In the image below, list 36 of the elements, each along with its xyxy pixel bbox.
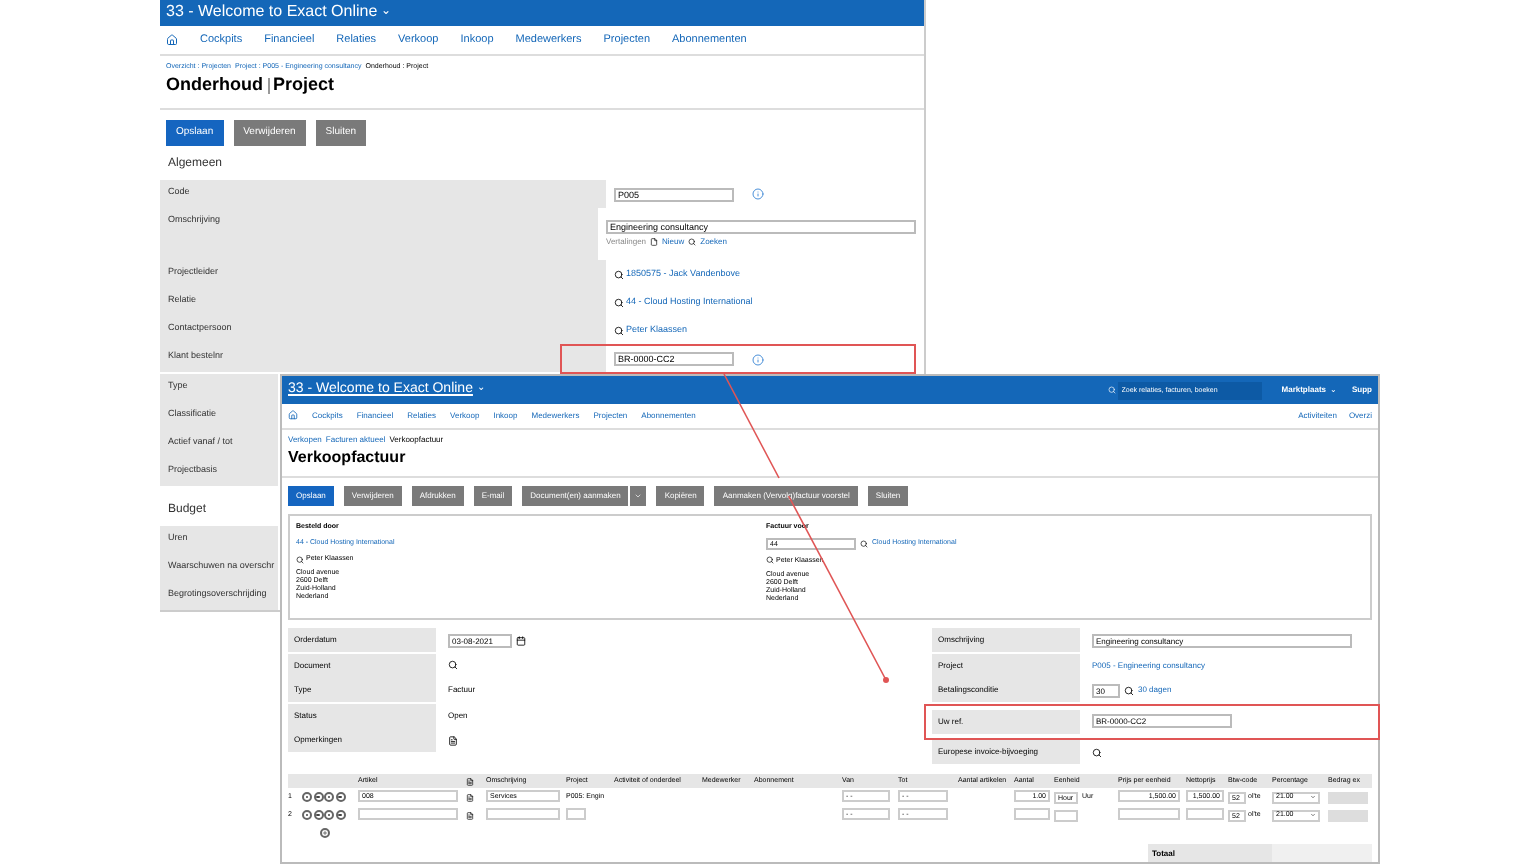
note-icon[interactable] xyxy=(466,793,474,801)
search-icon xyxy=(1107,386,1116,395)
note-icon[interactable] xyxy=(448,735,458,745)
dropdown-button[interactable] xyxy=(630,485,647,506)
search-icon[interactable] xyxy=(1124,685,1134,695)
home-icon[interactable] xyxy=(288,410,298,421)
search-icon[interactable] xyxy=(614,297,624,307)
add-row-button[interactable] xyxy=(320,827,330,837)
table-input[interactable] xyxy=(486,808,560,821)
page-title: Verkoopfactuur xyxy=(282,445,1378,478)
amount-field xyxy=(1328,809,1368,821)
page-title: Project xyxy=(273,72,335,98)
note-icon xyxy=(466,777,474,785)
table-input[interactable] xyxy=(358,808,458,821)
search-icon[interactable] xyxy=(860,539,868,548)
search-icon[interactable] xyxy=(296,555,304,564)
search-icon[interactable] xyxy=(1092,747,1102,757)
table-input[interactable] xyxy=(1118,808,1180,821)
search-icon[interactable] xyxy=(766,556,774,565)
total-amount-field xyxy=(1272,844,1372,862)
table-input[interactable] xyxy=(1054,809,1078,821)
search-icon[interactable] xyxy=(614,325,624,335)
page-title: Onderhoud xyxy=(166,72,263,98)
plus-icon xyxy=(322,829,328,835)
amount-field xyxy=(1328,791,1368,803)
page-icon xyxy=(650,238,659,246)
search-icon xyxy=(688,238,697,246)
search-icon[interactable] xyxy=(448,660,458,670)
calendar-icon[interactable] xyxy=(516,635,526,645)
table-input[interactable] xyxy=(566,808,586,821)
table-input[interactable] xyxy=(1186,808,1224,821)
table-input[interactable] xyxy=(1014,808,1050,821)
home-icon[interactable] xyxy=(166,33,178,46)
note-icon[interactable] xyxy=(466,811,474,819)
search-icon[interactable] xyxy=(614,269,624,279)
window-title: 33 - Welcome to Exact Online xyxy=(166,0,378,25)
